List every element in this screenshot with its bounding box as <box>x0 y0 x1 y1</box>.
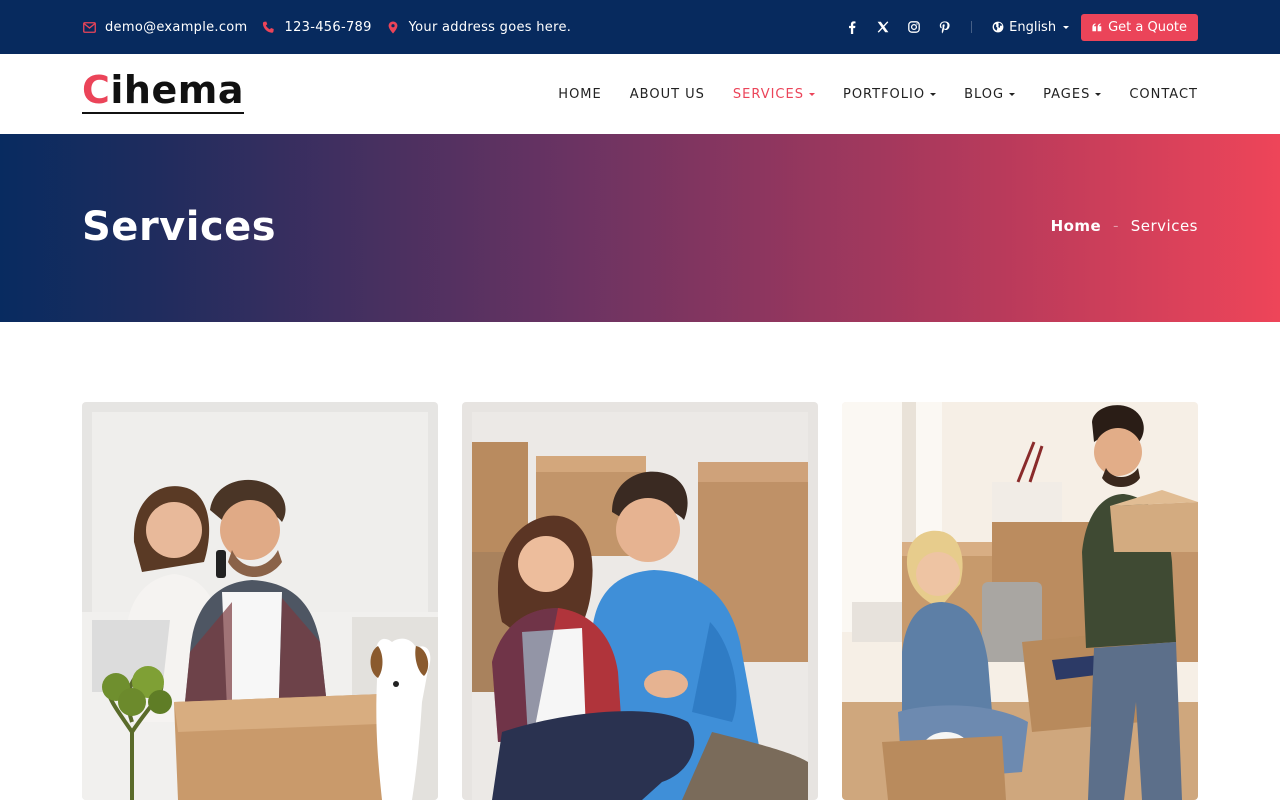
breadcrumb: Home – Services <box>1051 217 1198 235</box>
page-title-banner: Services Home – Services <box>0 134 1280 322</box>
contact-info: demo@example.com 123-456-789 Your addres… <box>82 20 571 35</box>
nav-item-blog[interactable]: BLOG <box>964 86 1016 102</box>
nav-item-label: PORTFOLIO <box>842 86 926 102</box>
chevron-down-icon <box>1009 92 1016 96</box>
logo-initial: C <box>82 68 111 112</box>
nav-item-label: ABOUT US <box>629 86 705 102</box>
envelope-icon <box>82 20 96 34</box>
divider <box>971 21 973 33</box>
page-title: Services <box>82 204 277 250</box>
address-text: Your address goes here. <box>408 19 572 35</box>
instagram-icon[interactable] <box>907 21 920 34</box>
social-links <box>845 20 951 34</box>
breadcrumb-separator: – <box>1113 220 1119 232</box>
nav-item-pages[interactable]: PAGES <box>1043 86 1102 102</box>
nav-item-portfolio[interactable]: PORTFOLIO <box>842 86 937 102</box>
nav-item-services[interactable]: SERVICES <box>733 87 815 102</box>
service-card-image[interactable] <box>82 402 438 800</box>
language-selector[interactable]: English <box>992 19 1070 35</box>
nav-item-about-us[interactable]: ABOUT US <box>630 87 705 102</box>
chevron-down-icon <box>1095 92 1102 96</box>
breadcrumb-home-link[interactable]: Home <box>1051 217 1102 235</box>
email-contact[interactable]: demo@example.com <box>82 20 248 35</box>
chevron-down-icon <box>1063 25 1070 29</box>
x-icon[interactable] <box>876 21 889 34</box>
nav-item-label: PAGES <box>1043 86 1091 102</box>
nav-item-contact[interactable]: CONTACT <box>1129 87 1198 102</box>
couple-boxes-photo <box>462 402 818 800</box>
chevron-down-icon <box>930 92 937 96</box>
couple-unpacking-photo <box>842 402 1198 800</box>
quote-icon <box>1092 22 1102 32</box>
top-bar-actions: English Get a Quote <box>845 13 1198 41</box>
globe-icon <box>992 21 1004 33</box>
couple-laptop-photo <box>82 402 438 800</box>
service-card-image[interactable] <box>462 402 818 800</box>
facebook-icon[interactable] <box>845 20 858 34</box>
language-label: English <box>1009 19 1057 35</box>
nav-item-label: HOME <box>558 86 602 102</box>
breadcrumb-current: Services <box>1130 217 1198 235</box>
nav-item-label: CONTACT <box>1129 86 1198 102</box>
chevron-down-icon <box>808 92 815 96</box>
map-marker-icon <box>386 20 400 34</box>
logo-text: ihema <box>110 68 244 112</box>
get-quote-label: Get a Quote <box>1108 19 1187 35</box>
address-contact: Your address goes here. <box>386 20 572 35</box>
site-logo[interactable]: Cihema <box>82 68 244 114</box>
service-card-image[interactable] <box>842 402 1198 800</box>
pinterest-icon[interactable] <box>938 20 951 34</box>
email-text: demo@example.com <box>105 19 248 35</box>
main-header: Cihema HOME ABOUT US SERVICES PORTFOLIO … <box>0 54 1280 134</box>
main-nav: HOME ABOUT US SERVICES PORTFOLIO BLOG PA… <box>558 54 1198 134</box>
phone-text: 123-456-789 <box>284 19 372 35</box>
get-quote-button[interactable]: Get a Quote <box>1081 13 1198 41</box>
nav-item-label: SERVICES <box>732 86 804 102</box>
phone-icon <box>262 20 276 34</box>
nav-item-label: BLOG <box>964 86 1005 102</box>
nav-item-home[interactable]: HOME <box>558 87 601 102</box>
phone-contact[interactable]: 123-456-789 <box>262 20 372 35</box>
top-bar: demo@example.com 123-456-789 Your addres… <box>0 0 1280 54</box>
